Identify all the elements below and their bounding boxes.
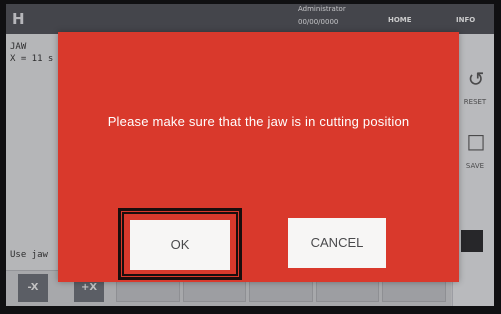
touch-screen: H Administrator 00/00/0000 HOME INFO JAW… xyxy=(6,4,494,306)
dialog-message: Please make sure that the jaw is in cutt… xyxy=(107,114,410,129)
confirmation-dialog: Please make sure that the jaw is in cutt… xyxy=(58,32,459,282)
cancel-button[interactable]: CANCEL xyxy=(288,218,386,268)
ok-button[interactable]: OK xyxy=(130,220,230,270)
